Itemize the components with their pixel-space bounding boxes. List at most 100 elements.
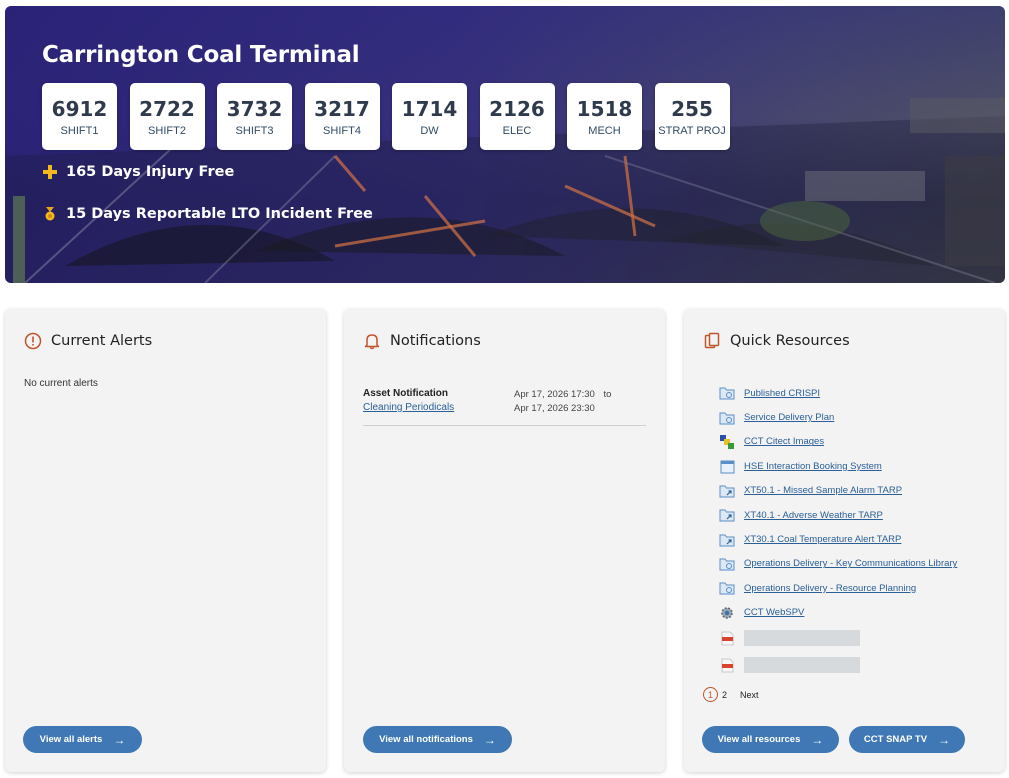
shift-stats: 6912 SHIFT1 2722 SHIFT2 3732 SHIFT3 3217… bbox=[42, 83, 742, 150]
stat-card-dw: 1714 DW bbox=[392, 83, 467, 150]
stat-value: 6912 bbox=[51, 96, 108, 121]
lto-free-text: 15 Days Reportable LTO Incident Free bbox=[66, 206, 373, 222]
arrow-right-icon: → bbox=[811, 732, 824, 747]
view-all-resources-button[interactable]: View all resources → bbox=[702, 726, 839, 753]
stat-value: 255 bbox=[671, 96, 713, 121]
stat-value: 3732 bbox=[226, 96, 283, 121]
view-all-notifications-button[interactable]: View all notifications → bbox=[363, 726, 512, 753]
plus-icon bbox=[42, 164, 58, 180]
resources-header: Quick Resources bbox=[703, 332, 850, 350]
folder-link-icon bbox=[719, 385, 735, 401]
lto-free-line: 15 Days Reportable LTO Incident Free bbox=[42, 206, 373, 222]
notification-start-date: Apr 17, 2026 17:30 bbox=[514, 389, 595, 400]
resource-link[interactable]: Service Delivery Plan bbox=[744, 412, 834, 423]
stat-label: SHIFT3 bbox=[235, 124, 274, 137]
resource-item[interactable]: Operations Delivery - Key Communications… bbox=[719, 552, 989, 576]
page-2-link[interactable]: 2 bbox=[722, 690, 727, 700]
clipboard-copy-icon bbox=[703, 332, 721, 350]
stat-label: MECH bbox=[588, 124, 621, 137]
stat-label: STRAT PROJ bbox=[658, 124, 726, 137]
resource-link[interactable]: Operations Delivery - Key Communications… bbox=[744, 558, 957, 569]
stat-label: SHIFT4 bbox=[323, 124, 361, 137]
folder-shortcut-icon bbox=[719, 507, 735, 523]
resource-item[interactable]: XT30.1 Coal Temperature Alert TARP bbox=[719, 527, 989, 551]
resources-card: Quick Resources Published CRISPI Service… bbox=[684, 309, 1005, 772]
injury-free-line: 165 Days Injury Free bbox=[42, 164, 234, 180]
arrow-right-icon: → bbox=[483, 732, 496, 747]
pdf-icon bbox=[719, 657, 735, 673]
stat-value: 2722 bbox=[139, 96, 195, 121]
folder-link-icon bbox=[719, 580, 735, 596]
injury-free-text: 165 Days Injury Free bbox=[66, 164, 235, 180]
resource-link[interactable]: XT50.1 - Missed Sample Alarm TARP bbox=[744, 485, 902, 496]
notifications-header: Notifications bbox=[363, 332, 481, 350]
resource-item[interactable]: CCT WebSPV bbox=[719, 601, 989, 625]
button-label: View all alerts bbox=[39, 734, 103, 745]
resources-title: Quick Resources bbox=[730, 333, 850, 349]
alerts-header: Current Alerts bbox=[24, 332, 152, 350]
resource-item[interactable]: XT40.1 - Adverse Weather TARP bbox=[719, 503, 989, 527]
resource-item[interactable] bbox=[719, 652, 989, 679]
hero-banner: Carrington Coal Terminal 6912 SHIFT1 272… bbox=[5, 6, 1005, 283]
cct-snap-tv-button[interactable]: CCT SNAP TV → bbox=[849, 726, 965, 753]
notification-start: Apr 17, 2026 17:30 to bbox=[514, 389, 611, 400]
notification-link[interactable]: Cleaning Periodicals bbox=[363, 402, 454, 413]
notification-to: to bbox=[603, 389, 612, 400]
stat-label: SHIFT2 bbox=[148, 124, 186, 137]
resource-item[interactable]: Operations Delivery - Resource Planning bbox=[719, 576, 989, 600]
resource-link[interactable]: CCT Citect Images bbox=[744, 436, 824, 447]
resource-link[interactable]: CCT WebSPV bbox=[744, 607, 804, 618]
resource-item[interactable]: HSE Interaction Booking System bbox=[719, 454, 989, 478]
button-label: CCT SNAP TV bbox=[863, 734, 928, 745]
calendar-icon bbox=[719, 458, 735, 474]
resource-item[interactable]: Service Delivery Plan bbox=[719, 405, 989, 429]
notification-item: Asset Notification Cleaning Periodicals … bbox=[363, 386, 646, 426]
stat-card-strat-proj: 255 STRAT PROJ bbox=[654, 83, 730, 150]
stat-card-shift1: 6912 SHIFT1 bbox=[42, 83, 117, 150]
page-current[interactable]: 1 bbox=[703, 687, 718, 702]
resource-item[interactable]: Published CRISPI bbox=[719, 381, 989, 405]
arrow-right-icon: → bbox=[113, 732, 126, 747]
resource-link[interactable]: XT40.1 - Adverse Weather TARP bbox=[744, 510, 883, 521]
stat-card-elec: 2126 ELEC bbox=[479, 83, 555, 150]
stat-label: SHIFT1 bbox=[60, 124, 99, 137]
view-all-alerts-button[interactable]: View all alerts → bbox=[23, 726, 142, 753]
medal-icon bbox=[42, 206, 58, 222]
resource-link[interactable]: Operations Delivery - Resource Planning bbox=[744, 583, 916, 594]
exclamation-circle-icon bbox=[24, 332, 42, 350]
stat-card-shift2: 2722 SHIFT2 bbox=[129, 83, 205, 150]
alerts-card: Current Alerts No current alerts View al… bbox=[5, 309, 326, 772]
folder-link-icon bbox=[719, 556, 735, 572]
folder-shortcut-icon bbox=[719, 532, 735, 548]
resource-link-redacted[interactable] bbox=[744, 657, 860, 674]
stat-value: 2126 bbox=[489, 96, 545, 121]
stat-card-shift3: 3732 SHIFT3 bbox=[217, 83, 292, 150]
bell-icon bbox=[363, 332, 381, 350]
resource-item[interactable] bbox=[719, 625, 989, 652]
stat-label: ELEC bbox=[502, 124, 532, 137]
stat-value: 3217 bbox=[314, 96, 370, 121]
notification-end-date: Apr 17, 2026 23:30 bbox=[514, 403, 595, 414]
notification-type: Asset Notification bbox=[363, 388, 449, 399]
resource-item[interactable]: CCT Citect Images bbox=[719, 430, 989, 454]
stat-card-mech: 1518 MECH bbox=[567, 83, 642, 150]
alerts-title: Current Alerts bbox=[51, 333, 153, 349]
stat-label: DW bbox=[420, 124, 439, 137]
resource-link[interactable]: Published CRISPI bbox=[744, 388, 820, 399]
resource-link-redacted[interactable] bbox=[744, 630, 860, 647]
folder-link-icon bbox=[719, 410, 735, 426]
next-page-link[interactable]: Next bbox=[740, 690, 759, 700]
button-label: View all notifications bbox=[379, 734, 473, 745]
button-label: View all resources bbox=[717, 734, 801, 745]
notifications-card: Notifications Asset Notification Cleanin… bbox=[344, 309, 665, 772]
stat-card-shift4: 3217 SHIFT4 bbox=[304, 83, 380, 150]
app-shortcut-icon bbox=[719, 434, 735, 450]
resources-pager: 1 2 Next bbox=[703, 687, 772, 702]
page-title: Carrington Coal Terminal bbox=[42, 42, 360, 68]
resource-item[interactable]: XT50.1 - Missed Sample Alarm TARP bbox=[719, 479, 989, 503]
resource-link[interactable]: XT30.1 Coal Temperature Alert TARP bbox=[744, 534, 901, 545]
resource-link[interactable]: HSE Interaction Booking System bbox=[744, 461, 882, 472]
gear-globe-icon bbox=[719, 605, 735, 621]
pdf-icon bbox=[719, 630, 735, 646]
arrow-right-icon: → bbox=[938, 732, 951, 747]
